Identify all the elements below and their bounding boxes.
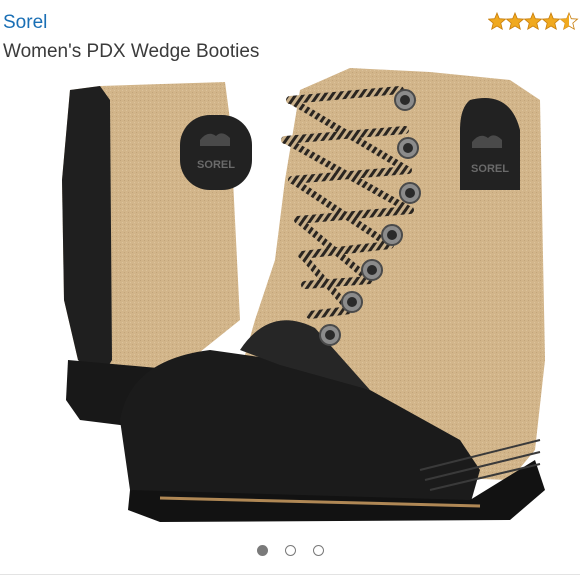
product-image[interactable]: SOREL SOREL [40,60,580,538]
half-star-icon [560,12,578,30]
carousel-dot-icon[interactable] [312,544,324,556]
star-icon [488,12,506,30]
rating-stars[interactable] [488,10,580,34]
logo-text-rear: SOREL [197,159,235,171]
brand-link[interactable]: Sorel [3,12,47,34]
divider [0,574,580,575]
star-icon [506,12,524,30]
star-icon [524,12,542,30]
carousel-dot-icon[interactable] [256,544,268,556]
carousel-dot-icon[interactable] [284,544,296,556]
star-icon [542,12,560,30]
carousel-indicator [0,538,580,562]
logo-text-front: SOREL [471,163,509,175]
